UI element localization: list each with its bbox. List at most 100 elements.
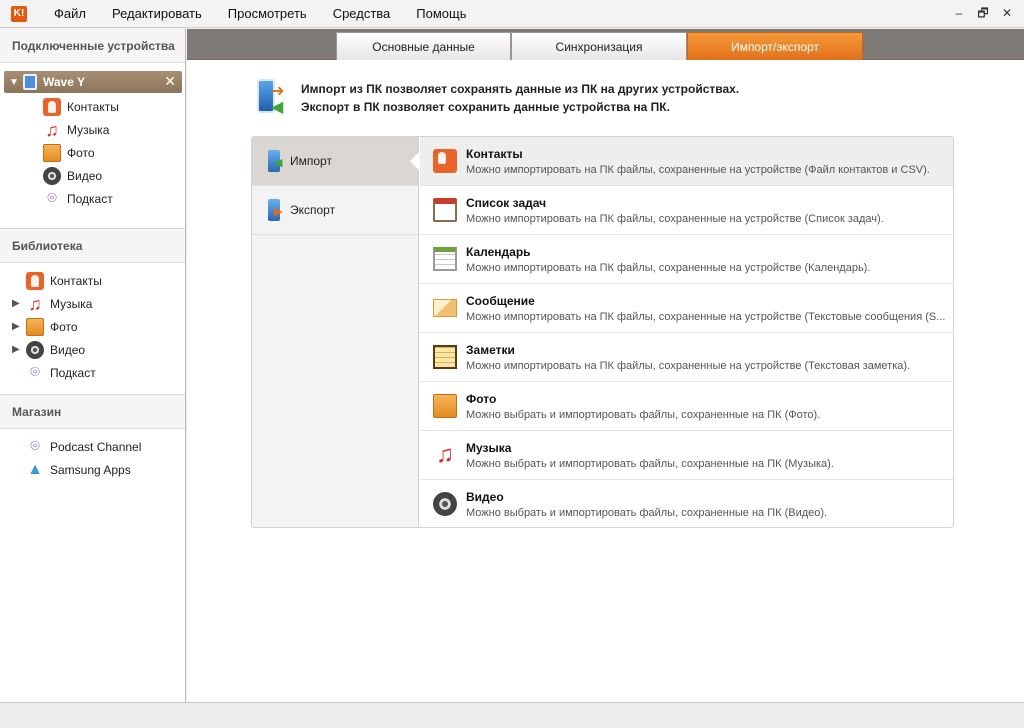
option-title: Список задач: [466, 196, 547, 210]
option-title: Фото: [466, 392, 497, 406]
export-icon: [268, 199, 282, 221]
option-desc: Можно выбрать и импортировать файлы, сох…: [466, 507, 828, 519]
intro-text: Импорт из ПК позволяет сохранять данные …: [301, 77, 739, 121]
chevron-right-icon[interactable]: ▶: [12, 344, 26, 355]
samsung-apps-icon: ▲: [27, 460, 43, 478]
chevron-right-icon[interactable]: ▶: [12, 321, 26, 332]
option-desc: Можно импортировать на ПК файлы, сохране…: [466, 311, 946, 323]
option-messages[interactable]: Сообщение Можно импортировать на ПК файлы…: [420, 284, 953, 333]
phone-icon: [23, 74, 37, 90]
menu-tools[interactable]: Средства: [320, 0, 404, 28]
video-icon: [433, 492, 457, 516]
menu-view[interactable]: Просмотреть: [215, 0, 320, 28]
device-item-photo[interactable]: Фото: [0, 141, 185, 164]
app-logo-icon[interactable]: K!: [11, 5, 27, 22]
intro-line-2: Экспорт в ПК позволяет сохранить данные …: [301, 100, 670, 114]
device-item-label: Контакты: [67, 99, 119, 114]
option-notes[interactable]: Заметки Можно импортировать на ПК файлы, …: [420, 333, 953, 382]
device-item-label: Музыка: [67, 122, 110, 137]
menu-help[interactable]: Помощь: [403, 0, 479, 28]
music-icon: ♫: [436, 441, 454, 468]
tab-import-export[interactable]: Импорт/экспорт: [687, 32, 863, 60]
notes-icon: [433, 345, 457, 369]
tab-bar: Основные данные Синхронизация Импорт/экс…: [187, 29, 1024, 60]
device-item-contacts[interactable]: Контакты: [0, 95, 185, 118]
music-icon: ♫: [28, 293, 42, 314]
close-window-button[interactable]: ✕: [996, 4, 1018, 22]
contacts-icon: [43, 97, 61, 116]
podcast-icon: ⌾: [30, 363, 40, 381]
library-item-contacts[interactable]: Контакты: [0, 269, 185, 292]
library-section: Библиотека Контакты ▶ ♫ Музыка ▶ Фото ▶ Виде…: [0, 228, 185, 384]
podcast-icon: ⌾: [30, 437, 40, 455]
device-item-video[interactable]: Видео: [0, 164, 185, 187]
store-item-podcast-channel[interactable]: ⌾ Podcast Channel: [0, 435, 185, 458]
intro-block: ➔ ◀ Импорт из ПК позволяет сохранять дан…: [253, 77, 853, 121]
option-photo[interactable]: Фото Можно выбрать и импортировать файлы,…: [420, 382, 953, 431]
option-title: Календарь: [466, 245, 531, 259]
restore-button[interactable]: 🗗: [972, 4, 994, 22]
option-title: Сообщение: [466, 294, 535, 308]
option-title: Контакты: [466, 147, 523, 161]
option-title: Музыка: [466, 441, 512, 455]
side-tab-export[interactable]: Экспорт: [252, 186, 418, 235]
menu-bar: K! Файл Редактировать Просмотреть Средст…: [0, 0, 1024, 28]
option-desc: Можно выбрать и импортировать файлы, сох…: [466, 409, 821, 421]
minimize-button[interactable]: –: [948, 4, 970, 22]
import-panel: Импорт Экспорт Контакты Можно импортирова…: [251, 136, 954, 528]
photo-icon: [43, 143, 61, 162]
option-desc: Можно импортировать на ПК файлы, сохране…: [466, 164, 930, 176]
option-title: Видео: [466, 490, 504, 504]
main-content: Основные данные Синхронизация Импорт/экс…: [187, 29, 1024, 702]
option-video[interactable]: Видео Можно выбрать и импортировать файлы…: [420, 480, 953, 527]
chevron-right-icon[interactable]: ▶: [12, 298, 26, 309]
option-desc: Можно импортировать на ПК файлы, сохране…: [466, 360, 911, 372]
device-item-music[interactable]: ♫ Музыка: [0, 118, 185, 141]
store-item-samsung-apps[interactable]: ▲ Samsung Apps: [0, 458, 185, 481]
window-controls: – 🗗 ✕: [948, 4, 1018, 22]
disconnect-device-button[interactable]: ✕: [164, 73, 176, 90]
option-title: Заметки: [466, 343, 515, 357]
device-item-label: Видео: [67, 168, 103, 183]
intro-line-1: Импорт из ПК позволяет сохранять данные …: [301, 82, 740, 96]
podcast-icon: ⌾: [47, 189, 57, 207]
library-item-music[interactable]: ▶ ♫ Музыка: [0, 292, 185, 315]
option-music[interactable]: ♫ Музыка Можно выбрать и импортировать фа…: [420, 431, 953, 480]
chevron-down-icon[interactable]: ▼: [7, 77, 21, 88]
video-icon: [43, 166, 61, 185]
message-icon: [433, 299, 457, 317]
option-desc: Можно импортировать на ПК файлы, сохране…: [466, 262, 871, 274]
library-item-label: Видео: [50, 342, 86, 357]
menu-edit[interactable]: Редактировать: [99, 0, 215, 28]
option-calendar[interactable]: Календарь Можно импортировать на ПК файлы…: [420, 235, 953, 284]
option-desc: Можно импортировать на ПК файлы, сохране…: [466, 213, 884, 225]
import-export-icon: ➔ ◀: [253, 77, 293, 121]
device-name: Wave Y: [43, 75, 86, 89]
calendar-icon: [433, 247, 457, 271]
video-icon: [26, 340, 44, 359]
side-tab-import[interactable]: Импорт: [252, 137, 419, 186]
library-item-video[interactable]: ▶ Видео: [0, 338, 185, 361]
store-item-label: Samsung Apps: [50, 462, 131, 477]
library-item-podcast[interactable]: ⌾ Подкаст: [0, 361, 185, 384]
side-tab-label: Экспорт: [290, 203, 336, 217]
library-header: Библиотека: [0, 229, 185, 263]
menu-file[interactable]: Файл: [41, 0, 99, 28]
photo-icon: [26, 317, 44, 336]
device-item-podcast[interactable]: ⌾ Подкаст: [0, 187, 185, 210]
option-contacts[interactable]: Контакты Можно импортировать на ПК файлы,…: [420, 137, 953, 186]
library-item-label: Фото: [50, 319, 78, 334]
tab-sync[interactable]: Синхронизация: [511, 32, 687, 60]
import-options-list: Контакты Можно импортировать на ПК файлы,…: [420, 137, 953, 527]
store-section: Магазин ⌾ Podcast Channel ▲ Samsung Apps: [0, 394, 185, 481]
tab-basic-data[interactable]: Основные данные: [336, 32, 511, 60]
device-item-label: Фото: [67, 145, 95, 160]
option-tasks[interactable]: Список задач Можно импортировать на ПК фа…: [420, 186, 953, 235]
side-tab-label: Импорт: [290, 154, 332, 168]
import-icon: [268, 150, 282, 172]
library-item-photo[interactable]: ▶ Фото: [0, 315, 185, 338]
connected-devices-header: Подключенные устройства: [0, 29, 185, 63]
option-desc: Можно выбрать и импортировать файлы, сох…: [466, 458, 834, 470]
device-wave-y[interactable]: ▼ Wave Y ✕: [4, 71, 182, 93]
photo-icon: [433, 394, 457, 418]
